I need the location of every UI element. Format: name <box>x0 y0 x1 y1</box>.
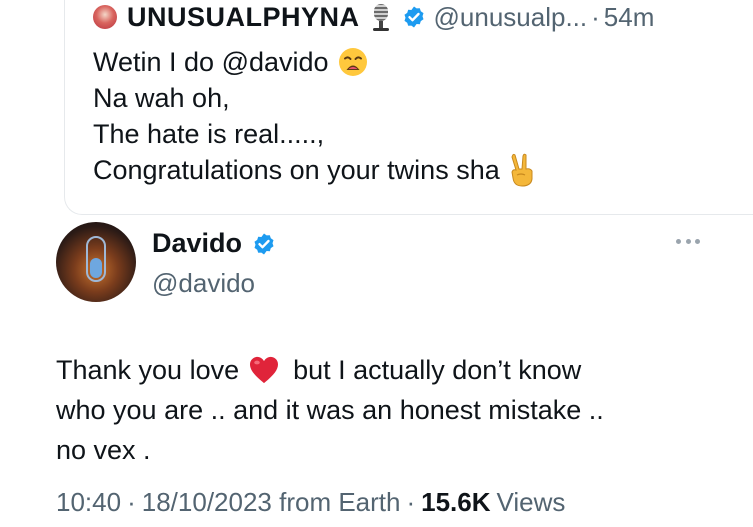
microphone-icon <box>370 3 392 31</box>
quoted-text-line: Congratulations on your twins sha <box>93 152 536 188</box>
victory-hand-emoji <box>511 153 533 187</box>
tweet-text-line: who you are .. and it was an honest mist… <box>56 390 736 430</box>
quoted-text-line-1: Wetin I do @davido <box>93 47 329 77</box>
quoted-text-line: The hate is real....., <box>93 116 536 152</box>
separator-dot: · <box>591 1 600 32</box>
quoted-text-line-3: The hate is real....., <box>93 119 325 149</box>
tweet-time[interactable]: 10:40 <box>56 487 121 518</box>
quoted-text-line: Na wah oh, <box>93 80 536 116</box>
tweet-meta: 10:40 · 18/10/2023 from Earth · 15.6K Vi… <box>56 487 565 518</box>
quoted-tweet-text: Wetin I do @davido Na wah oh, The hate i… <box>93 44 536 188</box>
tweet-text-line-2: who you are .. and it was an honest mist… <box>56 395 604 425</box>
quoted-author-handle[interactable]: @unusualp... <box>434 2 588 33</box>
tweet-text-line: Thank you love but I actually don’t know <box>56 350 736 390</box>
quoted-text-line: Wetin I do @davido <box>93 44 536 80</box>
more-options-icon[interactable] <box>676 236 700 246</box>
author-avatar[interactable] <box>56 222 136 302</box>
verified-icon <box>404 6 424 28</box>
verified-icon <box>254 233 274 254</box>
quoted-text-line-2: Na wah oh, <box>93 83 230 113</box>
weary-face-emoji <box>338 48 367 76</box>
author-name[interactable]: Davido <box>152 228 242 259</box>
red-heart-emoji <box>250 356 279 384</box>
quoted-text-line-4: Congratulations on your twins sha <box>93 155 500 185</box>
author-name-row: Davido <box>152 228 276 259</box>
author-handle[interactable]: @davido <box>152 268 255 299</box>
tweet-date-source[interactable]: 18/10/2023 from Earth <box>142 487 401 518</box>
tweet-text-line: no vex . <box>56 430 736 470</box>
quoted-tweet-time[interactable]: 54m <box>604 2 655 33</box>
tweet-text: Thank you love but I actually don’t know… <box>56 350 736 470</box>
tweet-text-line-1-start: Thank you love <box>56 355 240 385</box>
separator-dot: · <box>406 487 416 517</box>
separator-dot: · <box>127 487 136 517</box>
views-count[interactable]: 15.6K <box>421 487 490 518</box>
tweet-text-line-3: no vex . <box>56 435 151 465</box>
quoted-tweet-header: UNUSUALPHYNA @unusualp... · 54m <box>93 0 654 34</box>
tweet-text-line-1-end: but I actually don’t know <box>293 355 582 385</box>
views-label: Views <box>496 487 566 517</box>
quoted-author-avatar[interactable] <box>93 5 117 29</box>
quoted-author-name[interactable]: UNUSUALPHYNA <box>127 2 360 33</box>
quoted-tweet-card[interactable]: UNUSUALPHYNA @unusualp... · 54m Wetin I … <box>64 0 753 215</box>
